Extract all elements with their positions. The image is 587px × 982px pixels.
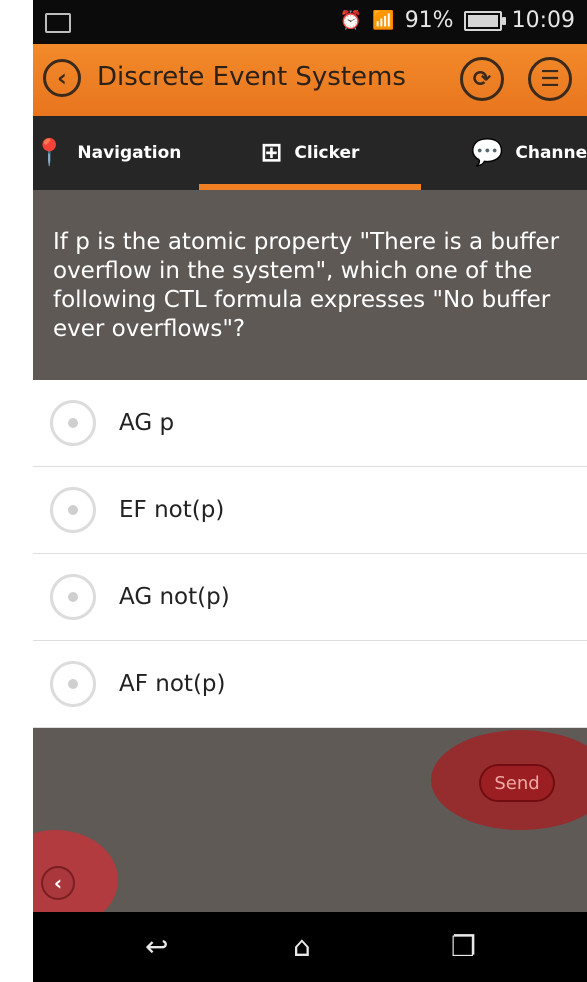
option-label: AG not(p) xyxy=(119,584,230,610)
app-bar: ‹ Discrete Event Systems ⟳ ☰ xyxy=(33,44,587,116)
tab-clicker[interactable]: ⊞ Clicker xyxy=(199,116,421,190)
tab-label: Navigation xyxy=(77,143,182,163)
tab-label: Clicker xyxy=(294,143,360,163)
system-nav-bar: ↩ ⌂ ❐ xyxy=(33,912,587,982)
answer-option[interactable]: AG p xyxy=(33,380,587,467)
list-menu-icon[interactable]: ☰ xyxy=(528,57,572,101)
chevron-left-icon[interactable]: ‹ xyxy=(43,59,81,97)
question-text: If p is the atomic property "There is a … xyxy=(33,190,587,380)
home-nav-icon[interactable]: ⌂ xyxy=(293,930,311,963)
wifi-icon: 📶 xyxy=(372,10,395,31)
alarm-icon: ⏰ xyxy=(339,10,363,31)
map-pin-icon: 📍 xyxy=(33,138,66,168)
clicker-icon: ⊞ xyxy=(260,138,283,168)
answer-option[interactable]: AF not(p) xyxy=(33,641,587,728)
chat-icon: 💬 xyxy=(471,138,504,168)
refresh-icon[interactable]: ⟳ xyxy=(460,57,504,101)
tab-navigation[interactable]: 📍 Navigation xyxy=(33,116,199,190)
radio-button[interactable] xyxy=(50,574,96,620)
back-nav-icon[interactable]: ↩ xyxy=(145,930,168,963)
clock: 10:09 xyxy=(511,8,575,33)
send-button[interactable]: Send xyxy=(479,764,555,802)
app-title: Discrete Event Systems xyxy=(97,62,406,92)
tab-label: Channe xyxy=(515,143,587,163)
radio-button[interactable] xyxy=(50,661,96,707)
battery-percent: 91% xyxy=(404,8,454,33)
battery-icon xyxy=(463,10,506,31)
answer-options: AG p EF not(p) AG not(p) AF not(p) xyxy=(33,380,587,728)
answer-option[interactable]: EF not(p) xyxy=(33,467,587,554)
notification-icon xyxy=(45,13,71,33)
radio-button[interactable] xyxy=(50,400,96,446)
status-bar: ⏰ 📶 91% 10:09 xyxy=(33,0,587,44)
answer-option[interactable]: AG not(p) xyxy=(33,554,587,641)
radio-button[interactable] xyxy=(50,487,96,533)
tab-bar: 📍 Navigation ⊞ Clicker 💬 Channe xyxy=(33,116,587,190)
phone-screen: ⏰ 📶 91% 10:09 ‹ Discrete Event Systems ⟳… xyxy=(33,0,587,982)
option-label: EF not(p) xyxy=(119,497,225,523)
tab-channel[interactable]: 💬 Channe xyxy=(471,116,587,190)
recent-apps-icon[interactable]: ❐ xyxy=(451,930,476,963)
option-label: AF not(p) xyxy=(119,671,226,697)
back-fab-icon[interactable]: ‹ xyxy=(41,866,75,900)
option-label: AG p xyxy=(119,410,175,436)
